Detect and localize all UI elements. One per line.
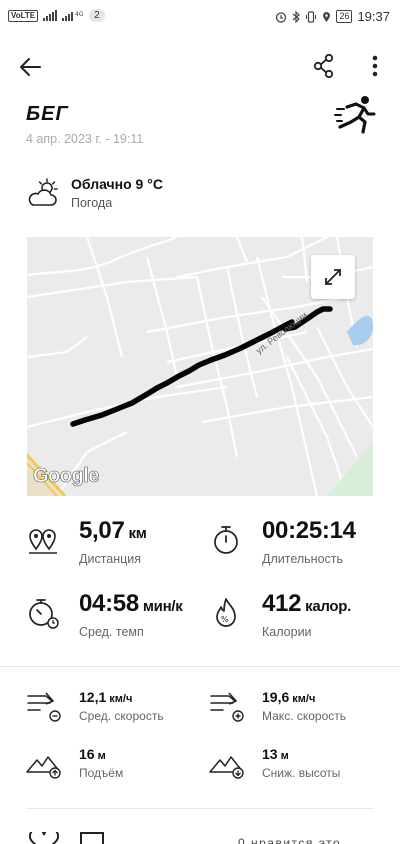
avg-speed-label: Сред. скорость — [79, 709, 164, 723]
stat-distance: 5,07 км Дистанция — [26, 517, 206, 577]
pace-unit: мин/к — [142, 598, 183, 615]
vibrate-icon — [306, 10, 317, 23]
weather-label: Погода — [71, 196, 113, 210]
section-divider — [0, 666, 400, 667]
status-left: VoLTE 4G 2 — [8, 9, 105, 22]
more-options-button[interactable] — [364, 52, 386, 80]
stat-value: 19,6 км/ч — [262, 689, 315, 705]
ascent-icon — [26, 748, 62, 780]
duration-value: 00:25:14 — [262, 517, 356, 544]
stat-value: 13 м — [262, 746, 289, 762]
location-icon — [323, 11, 331, 22]
route-map[interactable] — [27, 237, 373, 496]
ascent-label: Подъём — [79, 766, 124, 780]
ascent-unit: м — [97, 750, 106, 762]
stat-value: 5,07 км — [79, 517, 147, 545]
descent-unit: м — [280, 750, 289, 762]
distance-icon — [26, 523, 60, 557]
stat-duration: 00:25:14 Длительность — [209, 517, 389, 577]
weather-summary: Облачно 9 °C — [71, 176, 163, 192]
cloud-sun-icon — [26, 178, 60, 208]
clock: 19:37 — [357, 9, 390, 24]
max-speed-value: 19,6 — [262, 689, 290, 705]
calories-icon: % — [209, 596, 243, 630]
calories-unit: калор. — [305, 598, 352, 615]
pace-value: 04:58 — [79, 590, 139, 617]
max-speed-label: Макс. скорость — [262, 709, 347, 723]
likes-text: 0 нравится это — [238, 836, 342, 844]
stat-avg-speed: 12,1 км/ч Сред. скорость — [26, 689, 206, 729]
running-icon — [334, 94, 378, 134]
calories-value: 412 — [262, 590, 302, 617]
stat-value: 12,1 км/ч — [79, 689, 132, 705]
avg-speed-icon — [26, 691, 62, 723]
ascent-value: 16 — [79, 746, 95, 762]
comment-icon[interactable] — [80, 832, 104, 844]
status-right: 26 19:37 — [275, 9, 390, 24]
calories-label: Калории — [262, 625, 312, 639]
social-row: 0 нравится это — [0, 826, 400, 844]
duration-label: Длительность — [262, 552, 344, 566]
signal-icon — [43, 10, 58, 21]
heart-icon[interactable] — [28, 827, 60, 844]
stat-pace: 04:58 мин/к Сред. темп — [26, 590, 206, 650]
avg-speed-unit: км/ч — [109, 693, 133, 705]
sim-badge: 2 — [89, 9, 105, 22]
fullscreen-map-button[interactable] — [311, 255, 355, 299]
expand-arrows-icon — [325, 269, 341, 285]
workout-datetime: 4 апр. 2023 г. - 19:11 — [26, 132, 144, 146]
pace-icon — [26, 596, 60, 630]
stat-ascent: 16 м Подъём — [26, 746, 206, 786]
workout-title: БЕГ — [26, 103, 69, 125]
app-bar — [0, 44, 400, 88]
stat-value: 04:58 мин/к — [79, 590, 183, 618]
avg-speed-value: 12,1 — [79, 689, 107, 705]
status-bar: VoLTE 4G 2 26 19:37 — [0, 0, 400, 34]
alarm-icon — [276, 11, 287, 23]
descent-icon — [209, 748, 245, 780]
max-speed-icon — [209, 691, 245, 723]
battery-level: 26 — [336, 10, 353, 23]
arrow-left-icon — [20, 58, 41, 76]
stat-value: 16 м — [79, 746, 106, 762]
stat-descent: 13 м Сниж. высоты — [209, 746, 389, 786]
share-button[interactable] — [310, 52, 338, 80]
stat-calories: % 412 калор. Калории — [209, 590, 389, 650]
max-speed-unit: км/ч — [292, 693, 316, 705]
volte-indicator: VoLTE — [8, 9, 39, 22]
descent-value: 13 — [262, 746, 278, 762]
pace-label: Сред. темп — [79, 625, 144, 639]
back-button[interactable] — [16, 52, 46, 82]
distance-value: 5,07 — [79, 517, 125, 544]
descent-label: Сниж. высоты — [262, 766, 341, 780]
signal-4g-icon: 4G — [62, 11, 84, 21]
bluetooth-icon — [293, 10, 301, 23]
more-vertical-icon — [372, 55, 378, 77]
distance-label: Дистанция — [79, 552, 142, 566]
section-divider — [26, 808, 374, 809]
stat-value: 00:25:14 — [262, 517, 360, 545]
weather-row: Облачно 9 °C Погода — [26, 174, 326, 214]
stopwatch-icon — [209, 523, 243, 557]
svg-text:4G: 4G — [75, 11, 84, 18]
share-icon — [313, 53, 334, 79]
google-logo: Google — [33, 465, 100, 488]
stat-max-speed: 19,6 км/ч Макс. скорость — [209, 689, 389, 729]
stat-value: 412 калор. — [262, 590, 351, 618]
svg-text:%: % — [221, 615, 229, 624]
distance-unit: км — [128, 525, 147, 542]
